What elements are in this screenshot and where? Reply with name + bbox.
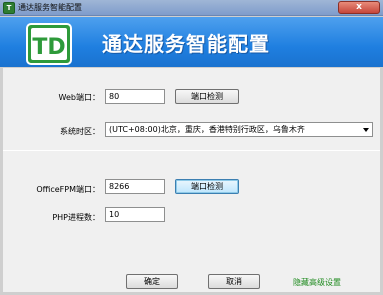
office-fpm-port-input[interactable]: 8266 bbox=[105, 179, 165, 194]
office-fpm-port-label: OfficeFPM端口： bbox=[36, 185, 100, 194]
php-processes-label: PHP进程数： bbox=[52, 213, 100, 222]
close-button[interactable]: x bbox=[338, 1, 380, 14]
divider bbox=[3, 150, 380, 151]
web-port-label: Web端口： bbox=[58, 93, 100, 102]
ok-button[interactable]: 确定 bbox=[126, 274, 178, 289]
window-title: 通达服务智能配置 bbox=[18, 3, 82, 12]
php-processes-input[interactable]: 10 bbox=[105, 207, 165, 222]
td-logo-icon: TD bbox=[26, 23, 72, 65]
app-icon: T bbox=[3, 2, 15, 14]
title-bar[interactable]: T 通达服务智能配置 x bbox=[0, 0, 383, 16]
logo-text: TD bbox=[32, 35, 65, 60]
office-fpm-check-button[interactable]: 端口检测 bbox=[175, 179, 239, 194]
web-port-check-button[interactable]: 端口检测 bbox=[175, 89, 239, 104]
web-port-input[interactable]: 80 bbox=[105, 89, 165, 104]
chevron-down-icon[interactable] bbox=[363, 128, 369, 132]
banner-title: 通达服务智能配置 bbox=[102, 32, 270, 56]
timezone-select[interactable]: (UTC+08:00)北京，重庆，香港特别行政区，乌鲁木齐 bbox=[105, 122, 373, 137]
cancel-button[interactable]: 取消 bbox=[208, 274, 260, 289]
hide-advanced-settings-link[interactable]: 隐藏高级设置 bbox=[293, 277, 341, 288]
timezone-label: 系统时区： bbox=[60, 127, 100, 136]
timezone-value: (UTC+08:00)北京，重庆，香港特别行政区，乌鲁木齐 bbox=[109, 125, 305, 134]
